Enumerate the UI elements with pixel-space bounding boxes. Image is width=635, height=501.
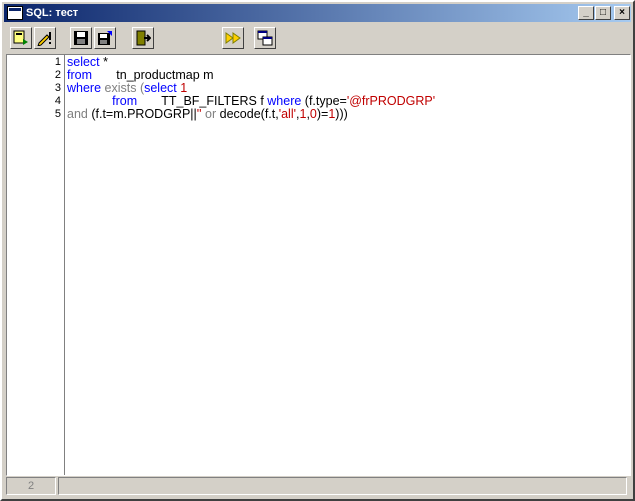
- line-number: 5: [54, 108, 61, 120]
- code-token: from: [67, 68, 92, 82]
- maximize-button[interactable]: □: [595, 6, 611, 20]
- code-token: from: [112, 94, 138, 108]
- code-token: ))): [335, 107, 348, 121]
- edit-button[interactable]: [34, 27, 56, 49]
- save-button[interactable]: [70, 27, 92, 49]
- code-token: )=: [316, 107, 329, 121]
- run-icon: [13, 30, 28, 45]
- code-token: or: [201, 107, 220, 121]
- title-bar[interactable]: SQL: тест _ □ ×: [4, 4, 631, 22]
- line-number: 2: [54, 69, 61, 81]
- fast-forward-icon: [225, 32, 241, 44]
- line-number: 1: [54, 56, 61, 68]
- code-token: 'all': [278, 107, 296, 121]
- line-number-gutter: 1 2 3 4 5: [7, 55, 65, 475]
- save-as-button[interactable]: [94, 27, 116, 49]
- status-line-count: 2: [6, 477, 56, 495]
- line-number: 3: [54, 82, 61, 94]
- code-token: '@frPRODGRP': [346, 94, 436, 108]
- run-query-button[interactable]: [10, 27, 32, 49]
- close-button[interactable]: ×: [614, 6, 630, 20]
- line-number: 4: [54, 95, 61, 107]
- save-icon: [74, 31, 88, 45]
- window-button[interactable]: [254, 27, 276, 49]
- status-bar: 2: [6, 477, 629, 495]
- sql-editor[interactable]: 1 2 3 4 5 select * from tn_productmap m wh…: [6, 54, 631, 476]
- sql-editor-window: SQL: тест _ □ × 1 2 3 4 5 select * from …: [0, 0, 635, 501]
- toolbar: [4, 24, 631, 52]
- code-token: where: [67, 81, 102, 95]
- code-token: (f.t,: [260, 107, 279, 121]
- code-token: decode: [219, 107, 261, 121]
- fast-forward-button[interactable]: [222, 27, 244, 49]
- minimize-button[interactable]: _: [578, 6, 594, 20]
- exit-button[interactable]: [132, 27, 154, 49]
- status-message: [58, 477, 627, 495]
- code-token: tn_productmap m: [92, 68, 214, 82]
- code-token: 0: [309, 107, 317, 121]
- window-app-icon: [7, 6, 23, 20]
- code-token: *: [99, 55, 108, 69]
- code-token: (f.t=m.PRODGRP||: [87, 107, 197, 121]
- pencil-icon: [37, 32, 51, 46]
- code-line[interactable]: and (f.t=m.PRODGRP||'' or decode(f.t,'al…: [67, 108, 348, 121]
- save-as-icon: [98, 31, 112, 45]
- code-token: exists (: [101, 81, 145, 95]
- code-token: TT_BF_FILTERS f: [137, 94, 268, 108]
- code-token: (f.type=: [301, 94, 347, 108]
- exit-icon: [136, 30, 151, 46]
- window-title: SQL: тест: [26, 7, 79, 19]
- code-token: select: [144, 81, 177, 95]
- code-area[interactable]: select * from tn_productmap m where exists…: [67, 55, 630, 475]
- code-token: and: [67, 107, 88, 121]
- code-token: where: [267, 94, 302, 108]
- code-token: select: [67, 55, 100, 69]
- window-icon: [257, 30, 273, 46]
- code-token: 1: [176, 81, 188, 95]
